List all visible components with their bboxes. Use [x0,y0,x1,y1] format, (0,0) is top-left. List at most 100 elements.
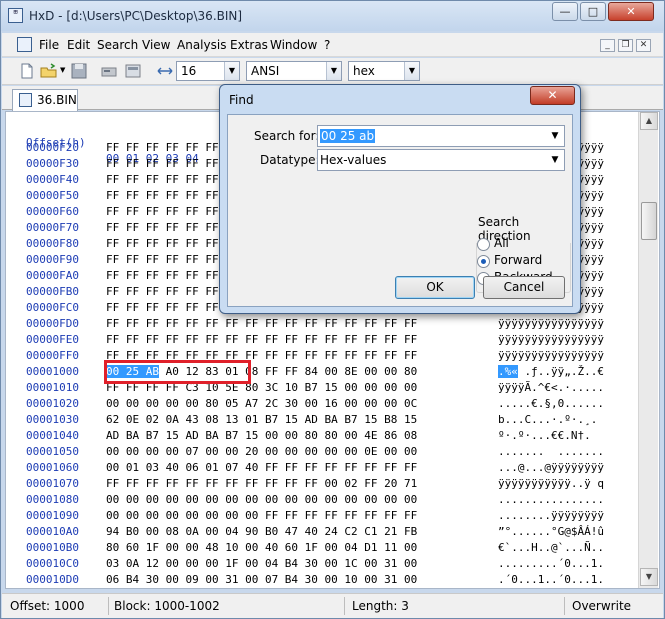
row-offset: 000010B0 [26,541,79,554]
row-ascii[interactable]: €`...H..@`...Ñ.. [498,540,604,556]
menu-window[interactable]: Window [270,38,317,52]
menu-help[interactable]: ? [324,38,330,52]
save-icon[interactable] [70,62,88,80]
offset-base-value: hex [353,64,375,78]
row-offset: 00000FB0 [26,285,79,298]
row-ascii[interactable]: ÿÿÿÿÿÿÿÿÿÿÿÿÿÿÿÿ [498,316,604,332]
menu-edit[interactable]: Edit [67,38,90,52]
menu-view[interactable]: View [142,38,170,52]
row-bytes[interactable]: 00 00 00 00 07 00 00 20 00 00 00 00 00 0… [106,444,417,460]
scroll-thumb[interactable] [641,202,657,240]
ram-editor-icon[interactable] [124,62,142,80]
menu-analysis[interactable]: Analysis [177,38,226,52]
radio-forward[interactable] [477,255,490,268]
row-bytes[interactable]: FF FF FF FF FF FF FF FF FF FF FF FF FF F… [106,332,417,348]
row-offset: 00000F30 [26,157,79,170]
row-bytes[interactable]: 00 00 00 00 00 80 05 A7 2C 30 00 16 00 0… [106,396,417,412]
datatype-label: Datatype: [260,153,320,167]
row-bytes[interactable]: 00 00 00 00 00 00 00 00 00 00 00 00 00 0… [106,492,417,508]
mdi-restore-button[interactable]: ❐ [618,39,633,52]
row-offset: 00000F80 [26,237,79,250]
bytes-per-row-select[interactable]: 16 ▼ [176,61,240,81]
vertical-scrollbar[interactable]: ▲ ▼ [638,112,658,588]
row-ascii-rest: .ƒ..ÿÿ„.Ž..€ [517,365,604,378]
scroll-down-button[interactable]: ▼ [640,568,658,586]
row-ascii[interactable]: ÿÿÿÿÿÿÿÿÿÿÿÿÿÿÿÿ [498,348,604,364]
row-ascii[interactable]: ...@...@ÿÿÿÿÿÿÿÿ [498,460,604,476]
row-bytes[interactable]: 94 B0 00 08 0A 00 04 90 B0 47 40 24 C2 C… [106,524,417,540]
row-ascii[interactable]: ....... ....... [498,444,604,460]
row-offset: 00001080 [26,493,79,506]
row-ascii[interactable]: ........ÿÿÿÿÿÿÿÿ [498,508,604,524]
row-offset: 00000F60 [26,205,79,218]
row-ascii[interactable]: .........´0...1. [498,556,604,572]
row-ascii[interactable]: ................ [498,492,604,508]
row-offset: 00001070 [26,477,79,490]
document-icon[interactable] [17,37,32,52]
row-offset: 00000F50 [26,189,79,202]
row-ascii[interactable]: .....€.§,0...... [498,396,604,412]
row-bytes[interactable]: FF FF FF FF FF FF FF FF FF FF FF FF FF F… [106,316,417,332]
ok-button[interactable]: OK [395,276,475,299]
row-offset: 00001030 [26,413,79,426]
row-ascii[interactable]: ÿÿÿÿÿÿÿÿÿÿÿ..ÿ q [498,476,604,492]
close-button[interactable]: ✕ [608,2,654,21]
scroll-up-button[interactable]: ▲ [640,112,658,130]
menu-extras[interactable]: Extras [230,38,268,52]
row-ascii[interactable]: .´0...1..´0...1. [498,572,604,588]
row-bytes[interactable]: 03 0A 12 00 00 00 1F 00 04 B4 30 00 1C 0… [106,556,417,572]
row-offset: 00001020 [26,397,79,410]
row-offset: 00000FA0 [26,269,79,282]
charset-select[interactable]: ANSI ▼ [246,61,342,81]
mdi-minimize-button[interactable]: _ [600,39,615,52]
find-dialog-close-button[interactable]: ✕ [530,86,575,105]
search-direction-label: Search direction [476,215,572,243]
radio-all[interactable] [477,238,490,251]
status-mode: Overwrite [572,599,632,613]
maximize-button[interactable]: □ [580,2,606,21]
row-offset: 00000F90 [26,253,79,266]
search-for-input[interactable]: 00 25 ab ▼ [317,125,565,147]
search-for-value: 00 25 ab [320,129,376,143]
row-offset: 00000FE0 [26,333,79,346]
row-bytes[interactable]: 06 B4 30 00 09 00 31 00 07 B4 30 00 10 0… [106,572,417,588]
row-ascii[interactable]: ÿÿÿÿÃ.^€<.·..... [498,380,604,396]
row-bytes[interactable]: 80 60 1F 00 00 48 10 00 40 60 1F 00 04 D… [106,540,417,556]
row-ascii[interactable]: b...C...·.­º·.¸. [498,412,597,428]
hex-header: Offset(h) 00 01 02 03 04 [6,119,199,165]
radio-all-label[interactable]: All [494,236,509,250]
window-title: HxD - [d:\Users\PC\Desktop\36.BIN] [29,9,243,23]
chevron-down-icon[interactable]: ▼ [548,126,562,146]
row-offset: 00001010 [26,381,79,394]
menu-search[interactable]: Search [97,38,138,52]
title-bar[interactable]: ⊞ HxD - [d:\Users\PC\Desktop\36.BIN] — □… [1,1,664,31]
open-dropdown-icon[interactable]: ▼ [60,66,65,74]
open-folder-icon[interactable] [40,62,58,80]
row-ascii[interactable]: .%« .ƒ..ÿÿ„.Ž..€ [498,364,604,380]
row-bytes[interactable]: 00 01 03 40 06 01 07 40 FF FF FF FF FF F… [106,460,417,476]
radio-forward-label[interactable]: Forward [494,253,542,267]
row-offset: 00001090 [26,509,79,522]
row-bytes[interactable]: FF FF FF FF FF FF FF FF FF FF FF 00 02 F… [106,476,417,492]
tab-36-bin[interactable]: 36.BIN [12,89,78,111]
row-bytes[interactable]: 62 0E 02 0A 43 08 13 01 B7 15 AD BA B7 1… [106,412,417,428]
mdi-close-button[interactable]: ✕ [636,39,651,52]
row-bytes[interactable]: 00 00 00 00 00 00 00 00 FF FF FF FF FF F… [106,508,417,524]
row-bytes[interactable]: AD BA B7 15 AD BA B7 15 00 00 80 80 00 4… [106,428,417,444]
row-ascii[interactable]: ”°......°G@$ÂÁ!û [498,524,604,540]
row-offset: 00000F40 [26,173,79,186]
menu-bar: File Edit Search View Analysis Extras Wi… [2,33,663,57]
datatype-select[interactable]: Hex-values ▼ [317,149,565,171]
cancel-button[interactable]: Cancel [483,276,565,299]
row-offset: 000010A0 [26,525,79,538]
offset-base-select[interactable]: hex ▼ [348,61,420,81]
row-ascii[interactable]: ÿÿÿÿÿÿÿÿÿÿÿÿÿÿÿÿ [498,332,604,348]
selected-ascii[interactable]: .%« [498,365,518,378]
chevron-down-icon: ▼ [404,62,419,80]
row-offset: 000010D0 [26,573,79,586]
disk-editor-icon[interactable] [100,62,118,80]
new-file-icon[interactable] [18,62,36,80]
menu-file[interactable]: File [39,38,59,52]
minimize-button[interactable]: — [552,2,578,21]
row-ascii[interactable]: ­º·.­º·...€€.N†. [498,428,591,444]
